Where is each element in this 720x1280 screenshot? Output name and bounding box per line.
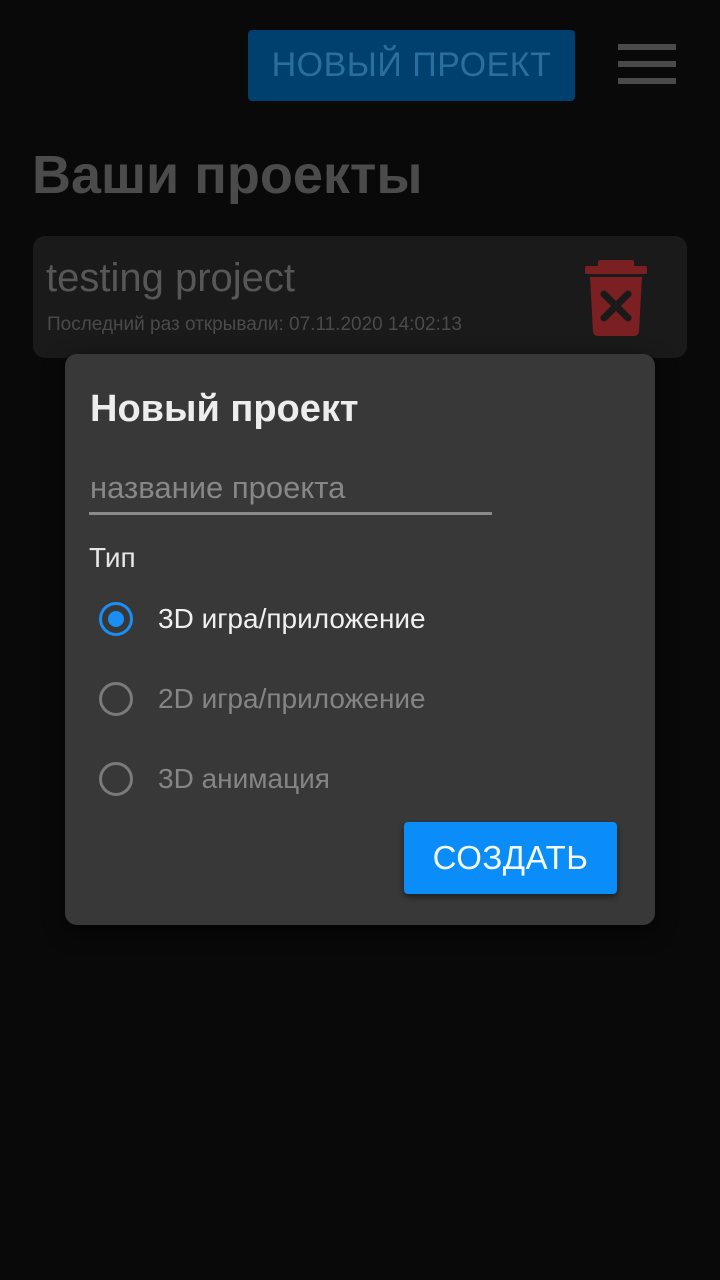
type-option-label: 3D игра/приложение (158, 603, 426, 634)
type-option-label: 3D анимация (158, 763, 330, 794)
type-option-2d-app[interactable]: 2D игра/приложение (99, 677, 426, 721)
new-project-dialog: Новый проект Тип 3D игра/приложение 2D и… (65, 354, 655, 925)
radio-checked-icon[interactable] (99, 602, 133, 636)
radio-unchecked-icon[interactable] (99, 762, 133, 796)
type-option-3d-app[interactable]: 3D игра/приложение (99, 597, 426, 641)
menu-line (618, 78, 676, 84)
type-option-3d-animation[interactable]: 3D анимация (99, 757, 330, 801)
menu-line (618, 44, 676, 50)
hamburger-menu-icon[interactable] (618, 44, 676, 84)
type-label: Тип (89, 542, 136, 573)
new-project-button[interactable]: НОВЫЙ ПРОЕКТ (248, 30, 575, 101)
project-card[interactable]: testing project Последний раз открывали:… (33, 236, 687, 358)
menu-line (618, 61, 676, 67)
project-name: testing project (46, 256, 296, 300)
project-name-input[interactable] (89, 466, 492, 515)
page-title: Ваши проекты (32, 145, 423, 205)
project-last-opened: Последний раз открывали: 07.11.2020 14:0… (47, 314, 462, 335)
dialog-title: Новый проект (90, 388, 359, 430)
create-button[interactable]: СОЗДАТЬ (404, 822, 617, 894)
trash-icon[interactable] (585, 260, 647, 336)
type-option-label: 2D игра/приложение (158, 683, 426, 714)
radio-unchecked-icon[interactable] (99, 682, 133, 716)
